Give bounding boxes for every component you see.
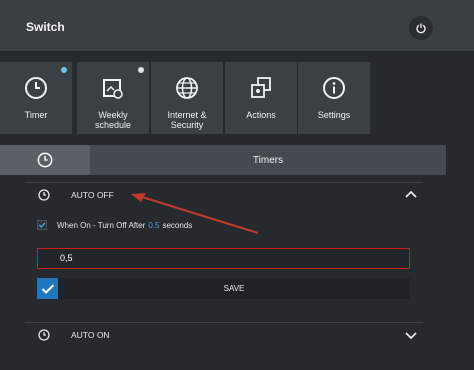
auto-off-checkbox-row: When On - Turn Off After 0.5 seconds [37,218,192,232]
page-title: Switch [26,20,65,34]
globe-icon [176,77,198,99]
calendar-schedule-icon [103,79,123,99]
timer-badge [61,67,67,73]
weekly-badge [138,67,144,73]
tile-internet-security[interactable]: Internet & Security [151,62,223,134]
chevron-up-icon[interactable] [405,190,417,200]
auto-off-checkbox[interactable] [37,220,47,230]
save-button[interactable]: SAVE [58,278,410,299]
tile-weekly-label: Weekly schedule [94,110,132,130]
power-icon [416,23,426,34]
header-bar: Switch [0,0,474,52]
seconds-input[interactable]: 0,5 [37,248,410,269]
clock-icon [25,77,47,99]
tile-internet-label: Internet & Security [167,110,207,130]
tile-timer[interactable]: Timer [0,62,72,134]
checkbox-text-suffix: seconds [162,220,193,230]
tile-weekly-schedule[interactable]: Weekly schedule [77,62,149,134]
checkmark-icon [41,283,54,294]
auto-off-label: AUTO OFF [71,190,114,200]
chevron-down-icon[interactable] [405,330,417,340]
auto-on-label: AUTO ON [71,330,110,340]
tile-actions-label: Actions [246,110,276,120]
save-confirm-button[interactable] [37,278,58,299]
tab-timers[interactable]: Timers [90,145,446,175]
tile-settings-label: Settings [317,110,351,120]
clock-icon [38,189,50,201]
timers-tab-bar: Timers [0,145,446,175]
info-icon [323,77,345,99]
seconds-value-link[interactable]: 0.5 [148,221,159,230]
clock-icon [37,152,53,168]
auto-on-header[interactable]: AUTO ON [25,323,423,347]
tab-clock[interactable] [0,145,90,175]
tile-settings[interactable]: Settings [298,62,370,134]
clock-icon [38,329,50,341]
feature-tiles: Timer Weekly schedule Internet & Securit… [0,62,474,134]
actions-icon [251,77,271,98]
tile-actions[interactable]: Actions [225,62,297,134]
tile-timer-label: Timer [24,110,48,120]
auto-on-section: AUTO ON [25,322,423,346]
power-button[interactable] [409,16,433,40]
checkmark-icon [38,222,46,228]
auto-off-header[interactable]: AUTO OFF [25,183,423,207]
checkbox-text-prefix: When On - Turn Off After [57,220,146,230]
